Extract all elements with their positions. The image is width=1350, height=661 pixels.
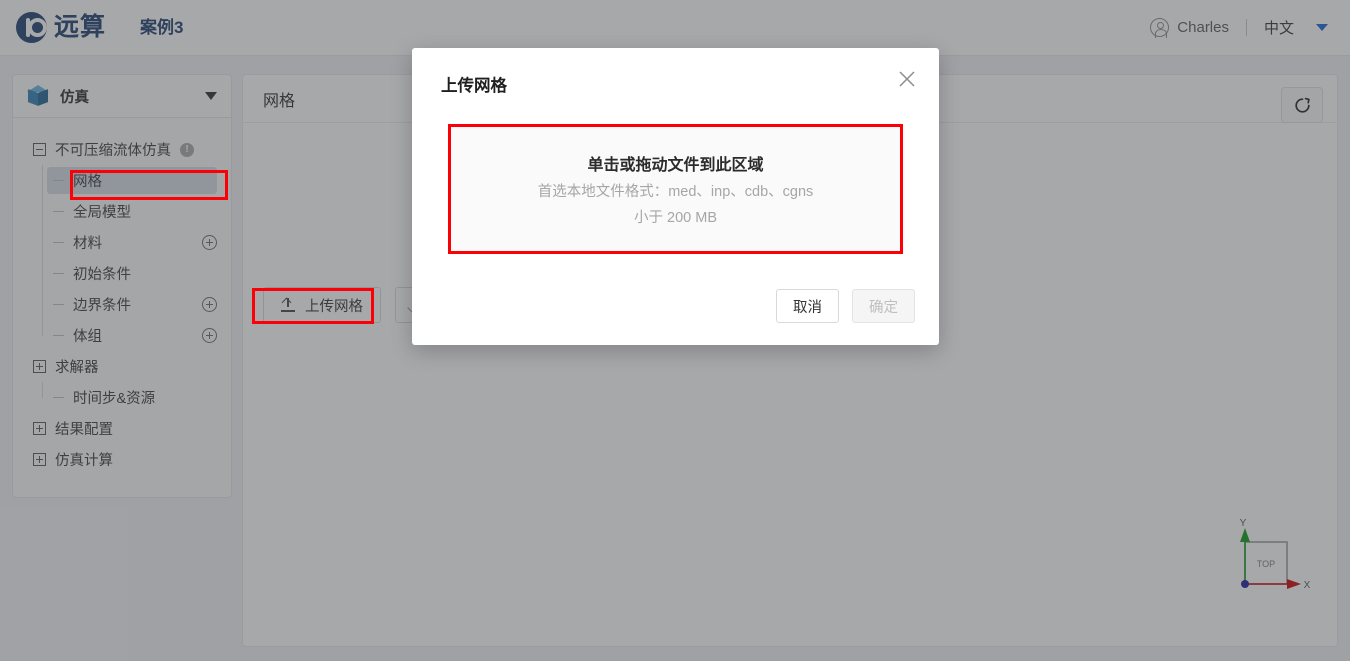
file-dropzone[interactable]: 单击或拖动文件到此区域 首选本地文件格式：med、inp、cdb、cgns 小于… <box>448 124 903 254</box>
dropzone-formats-text: 首选本地文件格式：med、inp、cdb、cgns <box>537 184 814 200</box>
app-root: 远算 案例3 Charles 中文 仿真 不可压缩流体仿真 ! 网格 全局模型 … <box>0 0 1350 661</box>
dropzone-size-limit-text: 小于 200 MB <box>634 210 717 226</box>
cancel-button[interactable]: 取消 <box>776 289 839 323</box>
dialog-footer: 取消 确定 <box>776 289 915 323</box>
confirm-button: 确定 <box>852 289 915 323</box>
dialog-title: 上传网格 <box>441 77 507 95</box>
close-icon[interactable] <box>896 68 918 90</box>
upload-mesh-dialog: 上传网格 单击或拖动文件到此区域 首选本地文件格式：med、inp、cdb、cg… <box>412 48 939 345</box>
dropzone-primary-text: 单击或拖动文件到此区域 <box>587 157 764 174</box>
